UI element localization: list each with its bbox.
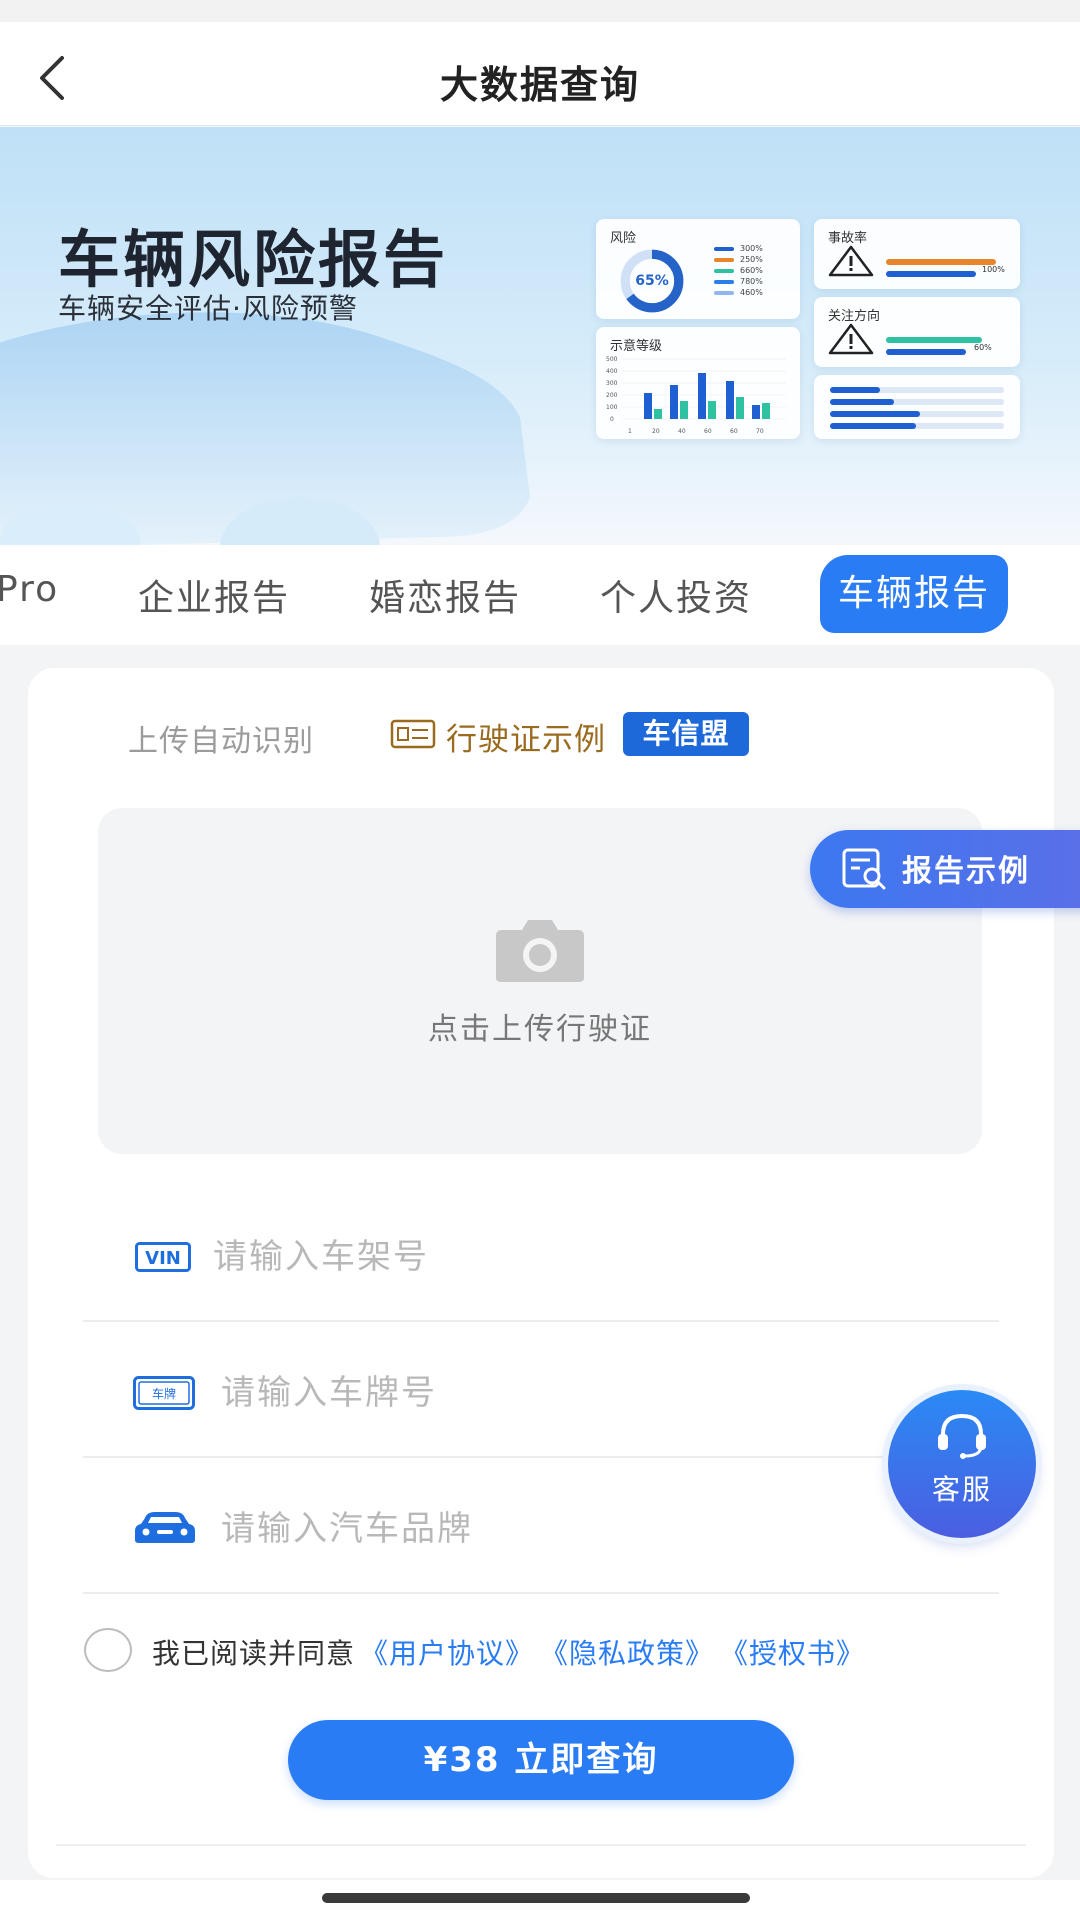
- accident-meter-blue: [886, 271, 976, 277]
- accident-meter-orange: [886, 259, 996, 265]
- plate-icon: 车牌: [133, 1376, 195, 1410]
- level-bar-chart: 500 400 300 200 100 0 1 20 40 60 60 70: [606, 356, 786, 435]
- brand-badge: 车信盟: [623, 712, 749, 756]
- headset-icon: [938, 1413, 986, 1459]
- accident-value: 100%: [982, 265, 1005, 274]
- page-title: 大数据查询: [439, 63, 640, 107]
- license-example-link[interactable]: 行驶证示例: [446, 714, 606, 759]
- focus-value: 60%: [974, 343, 992, 352]
- accident-card: 事故率 100%: [814, 219, 1020, 289]
- privacy-policy-link[interactable]: 《隐私政策》: [540, 1632, 714, 1672]
- level-card-label: 示意等级: [610, 339, 663, 354]
- risk-card: 风险 65% 300% 250% 660% 780% 460%: [596, 219, 800, 319]
- banner-subtitle: 车辆安全评估·风险预警: [58, 292, 358, 325]
- y-tick: 500: [606, 356, 618, 363]
- accident-card-label: 事故率: [828, 231, 868, 246]
- divider: [56, 1844, 1026, 1846]
- customer-service-label: 客服: [931, 1473, 992, 1506]
- line-bar: [830, 399, 894, 405]
- x-tick: 1: [628, 428, 632, 435]
- x-tick: 60: [704, 428, 712, 435]
- x-tick: 70: [756, 428, 764, 435]
- agree-checkbox[interactable]: [84, 1628, 132, 1672]
- lines-card: [814, 375, 1020, 439]
- level-card: 示意等级 500 400 300 200 100 0 1 20 40 60 60…: [596, 327, 800, 439]
- focus-meter-green: [886, 337, 982, 343]
- y-tick: 100: [606, 404, 618, 411]
- report-search-icon: [842, 848, 886, 890]
- legend-item: 250%: [714, 254, 763, 265]
- risk-card-label: 风险: [610, 231, 637, 246]
- focus-card: 关注方向 60%: [814, 297, 1020, 367]
- vin-field: VIN: [83, 1186, 999, 1322]
- x-tick: 40: [678, 428, 686, 435]
- brand-field: [83, 1458, 999, 1594]
- home-indicator[interactable]: [322, 1893, 750, 1903]
- focus-meter-blue: [886, 349, 966, 355]
- report-sample-label: 报告示例: [902, 854, 1030, 889]
- tab-pro[interactable]: Pro: [0, 569, 59, 610]
- banner-title: 车辆风险报告: [58, 223, 449, 296]
- svg-text:车牌: 车牌: [152, 1386, 176, 1401]
- user-agreement-link[interactable]: 《用户协议》: [360, 1632, 534, 1672]
- y-tick: 0: [610, 416, 614, 423]
- vin-icon: VIN: [135, 1242, 191, 1272]
- line-bar: [830, 411, 920, 417]
- legend-item: 460%: [714, 287, 763, 298]
- car-brand-input[interactable]: [221, 1504, 981, 1554]
- authorization-link[interactable]: 《授权书》: [720, 1632, 865, 1672]
- focus-card-label: 关注方向: [828, 309, 881, 324]
- tab-vehicle-report[interactable]: 车辆报告: [820, 555, 1009, 633]
- nav-bar: 大数据查询: [0, 22, 1080, 126]
- x-tick: 60: [730, 428, 738, 435]
- y-tick: 200: [606, 392, 618, 399]
- vin-input[interactable]: [213, 1232, 973, 1282]
- tab-personal-investment[interactable]: 个人投资: [600, 569, 752, 621]
- license-card-icon: [390, 719, 436, 749]
- query-now-button[interactable]: ¥38 立即查询: [288, 1720, 794, 1800]
- car-silhouette-illustration: [0, 312, 530, 545]
- legend-item: 660%: [714, 265, 763, 276]
- legend-item: 780%: [714, 276, 763, 287]
- camera-icon: [496, 920, 584, 982]
- plate-input[interactable]: [221, 1368, 981, 1418]
- vehicle-report-banner: 车辆风险报告 车辆安全评估·风险预警 风险 65% 300% 250% 660%…: [0, 127, 1080, 545]
- warning-icon: [828, 245, 874, 277]
- agreement-text: 我已阅读并同意: [152, 1637, 356, 1670]
- car-icon: [135, 1512, 195, 1543]
- upload-auto-label: 上传自动识别: [128, 724, 314, 759]
- tab-enterprise-report[interactable]: 企业报告: [138, 569, 290, 621]
- line-bar: [830, 423, 916, 429]
- status-bar: [0, 0, 1080, 22]
- y-tick: 400: [606, 368, 618, 375]
- legend-item: 300%: [714, 243, 763, 254]
- line-bar: [830, 387, 880, 393]
- tab-marriage-report[interactable]: 婚恋报告: [369, 569, 521, 621]
- plate-field: 车牌: [83, 1322, 999, 1458]
- svg-text:VIN: VIN: [145, 1248, 181, 1269]
- upload-license-text: 点击上传行驶证: [428, 1012, 652, 1047]
- risk-percent: 65%: [635, 273, 669, 289]
- x-tick: 20: [652, 428, 660, 435]
- report-sample-button[interactable]: 报告示例: [810, 830, 1080, 908]
- customer-service-button[interactable]: 客服: [888, 1390, 1036, 1538]
- warning-icon: [828, 323, 874, 355]
- report-tabs: Pro 企业报告 婚恋报告 个人投资 车辆报告: [0, 545, 1080, 645]
- y-tick: 300: [606, 380, 618, 387]
- risk-legend: 300% 250% 660% 780% 460%: [714, 243, 763, 298]
